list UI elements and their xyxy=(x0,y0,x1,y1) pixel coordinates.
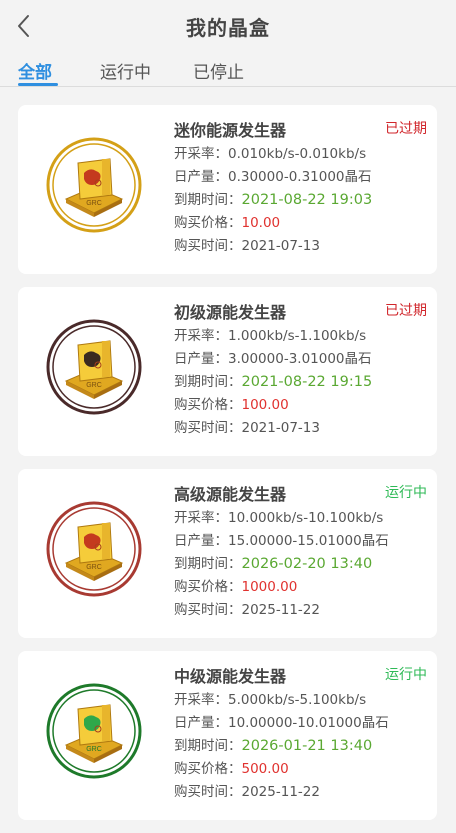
emblem-text: GRC xyxy=(86,746,102,753)
machine-card[interactable]: GRC 运行中 高级源能发生器 开采率：10.000kb/s-10.100kb/… xyxy=(18,469,437,638)
expire-label: 到期时间： xyxy=(174,556,242,572)
bought-value: 2025-11-22 xyxy=(241,602,320,618)
rate-label: 开采率： xyxy=(174,510,228,526)
expire-value: 2026-01-21 13:40 xyxy=(241,738,373,754)
expire-value: 2026-02-20 13:40 xyxy=(241,556,373,572)
machine-card[interactable]: GRC 运行中 中级源能发生器 开采率：5.000kb/s-5.100kb/s … xyxy=(18,651,437,820)
daily-label: 日产量： xyxy=(174,715,228,731)
daily-label: 日产量： xyxy=(174,533,228,549)
price-value: 1000.00 xyxy=(241,579,298,595)
bought-label: 购买时间： xyxy=(174,602,242,618)
daily-label: 日产量： xyxy=(174,351,228,367)
bought-label: 购买时间： xyxy=(174,238,242,254)
expire-value: 2021-08-22 19:03 xyxy=(241,192,373,208)
price-value: 100.00 xyxy=(241,397,289,413)
bought-value: 2021-07-13 xyxy=(241,238,320,254)
machine-name: 迷你能源发生器 xyxy=(174,121,287,140)
machine-card[interactable]: GRC 已过期 初级源能发生器 开采率：1.000kb/s-1.100kb/s … xyxy=(18,287,437,456)
machine-name: 初级源能发生器 xyxy=(174,303,287,322)
expire-label: 到期时间： xyxy=(174,192,242,208)
tab-bar: 全部 运行中 已停止 xyxy=(0,52,456,87)
tab-all[interactable]: 全部 xyxy=(18,58,52,83)
emblem-text: GRC xyxy=(86,200,102,207)
tab-running[interactable]: 运行中 xyxy=(100,58,151,83)
machine-emblem-icon: GRC xyxy=(46,319,142,415)
bought-value: 2025-11-22 xyxy=(241,784,320,800)
expire-value: 2021-08-22 19:15 xyxy=(241,374,373,390)
price-label: 购买价格： xyxy=(174,579,242,595)
bought-label: 购买时间： xyxy=(174,784,242,800)
daily-label: 日产量： xyxy=(174,169,228,185)
emblem-text: GRC xyxy=(86,564,102,571)
bought-label: 购买时间： xyxy=(174,420,242,436)
rate-value: 5.000kb/s-5.100kb/s xyxy=(228,692,367,708)
machine-emblem-icon: GRC xyxy=(46,501,142,597)
active-tab-indicator xyxy=(18,83,58,86)
price-value: 500.00 xyxy=(241,761,289,777)
machine-name: 高级源能发生器 xyxy=(174,485,287,504)
price-label: 购买价格： xyxy=(174,761,242,777)
rate-label: 开采率： xyxy=(174,328,228,344)
emblem-text: GRC xyxy=(86,382,102,389)
price-value: 10.00 xyxy=(241,215,281,231)
bought-value: 2021-07-13 xyxy=(241,420,320,436)
header: 我的晶盒 xyxy=(0,0,456,52)
price-label: 购买价格： xyxy=(174,215,242,231)
machine-emblem-icon: GRC xyxy=(46,683,142,779)
expire-label: 到期时间： xyxy=(174,738,242,754)
machine-name: 中级源能发生器 xyxy=(174,667,287,686)
page-title: 我的晶盒 xyxy=(186,16,270,40)
rate-value: 1.000kb/s-1.100kb/s xyxy=(228,328,367,344)
daily-value: 10.00000-10.01000晶石 xyxy=(228,715,389,731)
rate-value: 0.010kb/s-0.010kb/s xyxy=(228,146,367,162)
machine-list: GRC 已过期 迷你能源发生器 开采率：0.010kb/s-0.010kb/s … xyxy=(18,105,437,833)
rate-label: 开采率： xyxy=(174,146,228,162)
daily-value: 3.00000-3.01000晶石 xyxy=(228,351,372,367)
daily-value: 15.00000-15.01000晶石 xyxy=(228,533,389,549)
daily-value: 0.30000-0.31000晶石 xyxy=(228,169,372,185)
tab-stopped[interactable]: 已停止 xyxy=(193,58,244,83)
rate-label: 开采率： xyxy=(174,692,228,708)
expire-label: 到期时间： xyxy=(174,374,242,390)
machine-emblem-icon: GRC xyxy=(46,137,142,233)
rate-value: 10.000kb/s-10.100kb/s xyxy=(228,510,384,526)
price-label: 购买价格： xyxy=(174,397,242,413)
machine-card[interactable]: GRC 已过期 迷你能源发生器 开采率：0.010kb/s-0.010kb/s … xyxy=(18,105,437,274)
